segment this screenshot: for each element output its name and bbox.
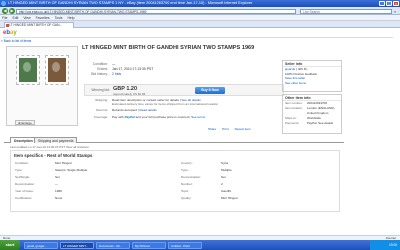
zoom-icon: ⊕ <box>18 121 21 125</box>
last-updated-text: Last updated on 17-Jan-10 13:30:24 PST V… <box>10 145 89 149</box>
stamp-brown-image <box>45 55 69 85</box>
address-input[interactable]: http://cgi.ebay.co.uk/LT-HINGED-MINT-BIR… <box>16 8 296 14</box>
spec-row: Condition: Mint Hinged Country: Syria <box>15 161 229 165</box>
tab-shipping-payments[interactable]: Shipping and payments <box>34 137 78 143</box>
menu-help[interactable]: Help <box>67 15 74 20</box>
menu-tools[interactable]: Tools <box>55 15 63 20</box>
price-box: Winning bid: GBP 1.20 Approximately US $… <box>84 84 284 96</box>
spec-row: Set/Single: Set Denomination: Set <box>15 175 226 179</box>
taskbar-item[interactable]: LT HINGED MINT... <box>60 241 94 249</box>
system-tray: 19:06 <box>370 240 400 250</box>
spec-row: Denomination: — Number: 2 <box>15 182 223 186</box>
menu-edit[interactable]: Edit <box>12 15 18 20</box>
share-link[interactable]: Share <box>208 127 216 131</box>
forward-button[interactable]: ▶ <box>9 8 15 14</box>
back-button[interactable]: ◀ <box>2 8 8 14</box>
spec-row: Certification: None Quality: Mint Hinged <box>15 196 238 200</box>
window-titlebar: LT HINGED MINT BIRTH OF GANDHI SYRIAN TW… <box>0 0 400 7</box>
info-row: Payments: PayPal, See details <box>285 121 334 125</box>
window-title: LT HINGED MINT BIRTH OF GANDHI SYRIAN TW… <box>8 1 253 5</box>
ebay-favicon-icon <box>6 24 9 27</box>
taskbar-item[interactable]: Untitled - Paint <box>168 241 202 249</box>
print-link[interactable]: Print <box>222 127 228 131</box>
other-item-info-box: Other item info Item number: 200412633700… <box>282 94 342 134</box>
maximize-button[interactable]: □ <box>386 1 392 6</box>
ebay-header: ebay <box>3 29 393 38</box>
stamp-green-image <box>16 55 40 85</box>
page-content: ebay < Back to list of items ⊕ Enlarge L… <box>0 28 400 235</box>
taskbar-item[interactable]: My Pictures <box>132 241 166 249</box>
seller-name-link[interactable]: jayarvik <box>285 67 295 71</box>
close-button[interactable]: × <box>393 1 399 6</box>
enlarge-button[interactable]: ⊕ Enlarge <box>15 120 35 125</box>
search-icon[interactable]: ⌕ <box>394 9 396 14</box>
paypal-logo: PayPal <box>124 115 135 119</box>
save-seller-link[interactable]: Save this seller <box>285 76 305 80</box>
window-controls: _ □ × <box>379 1 399 6</box>
taskbar: start gmail, google... LT HINGED MINT...… <box>0 240 400 250</box>
spec-row: Year of Issue: 1969 Topic: Gandhi <box>15 189 231 193</box>
address-bar: ◀ ▶ http://cgi.ebay.co.uk/LT-HINGED-MINT… <box>0 7 400 15</box>
ebay-logo[interactable]: ebay <box>3 30 17 36</box>
menu-view[interactable]: View <box>23 15 30 20</box>
search-input[interactable]: Live Search <box>300 8 392 14</box>
spec-row: Type: Stamps: Single Multiple Type: Multip… <box>15 168 232 172</box>
minimize-button[interactable]: _ <box>379 1 385 6</box>
description-tabs: Description Shipping and payments <box>4 136 344 143</box>
read-details-link[interactable]: Read details <box>139 108 156 112</box>
report-item-link[interactable]: Report item <box>235 127 251 131</box>
specifics-heading: Item specifics - Rest of World Stamps <box>14 153 93 158</box>
taskbar-item[interactable]: gmail, google... <box>24 241 58 249</box>
item-specifics-box: Item specifics - Rest of World Stamps Co… <box>10 150 340 212</box>
menu-favorites[interactable]: Favorites <box>36 15 50 20</box>
menu-file[interactable]: File <box>2 15 7 20</box>
see-other-items-link[interactable]: See other items <box>285 81 306 85</box>
feedback-score: ( 409 ★) <box>296 67 308 71</box>
taskbar-item[interactable]: Document1 - Mi... <box>96 241 130 249</box>
share-actions: Share Print Report item <box>208 127 251 131</box>
tab-description[interactable]: Description <box>10 137 37 143</box>
back-to-list-link[interactable]: < Back to list of items <box>1 39 31 43</box>
clock: 19:06 <box>389 243 397 247</box>
listing-title: LT HINGED MINT BIRTH OF GANDHI SYRIAN TW… <box>82 45 255 51</box>
internet-explorer-icon <box>1 1 6 6</box>
item-photo[interactable]: ⊕ Enlarge <box>6 46 78 126</box>
see-terms-link[interactable]: See terms <box>191 115 205 119</box>
tab-bar: LT HINGED MINT BIRTH OF GAN... <box>0 21 400 28</box>
tab-label: LT HINGED MINT BIRTH OF GAN... <box>9 23 63 27</box>
seller-info-box: Seller info jayarvik ( 409 ★) 100% Posit… <box>282 60 342 92</box>
start-button[interactable]: start <box>0 240 20 250</box>
buy-it-now-button[interactable]: Buy It Now <box>195 87 225 94</box>
